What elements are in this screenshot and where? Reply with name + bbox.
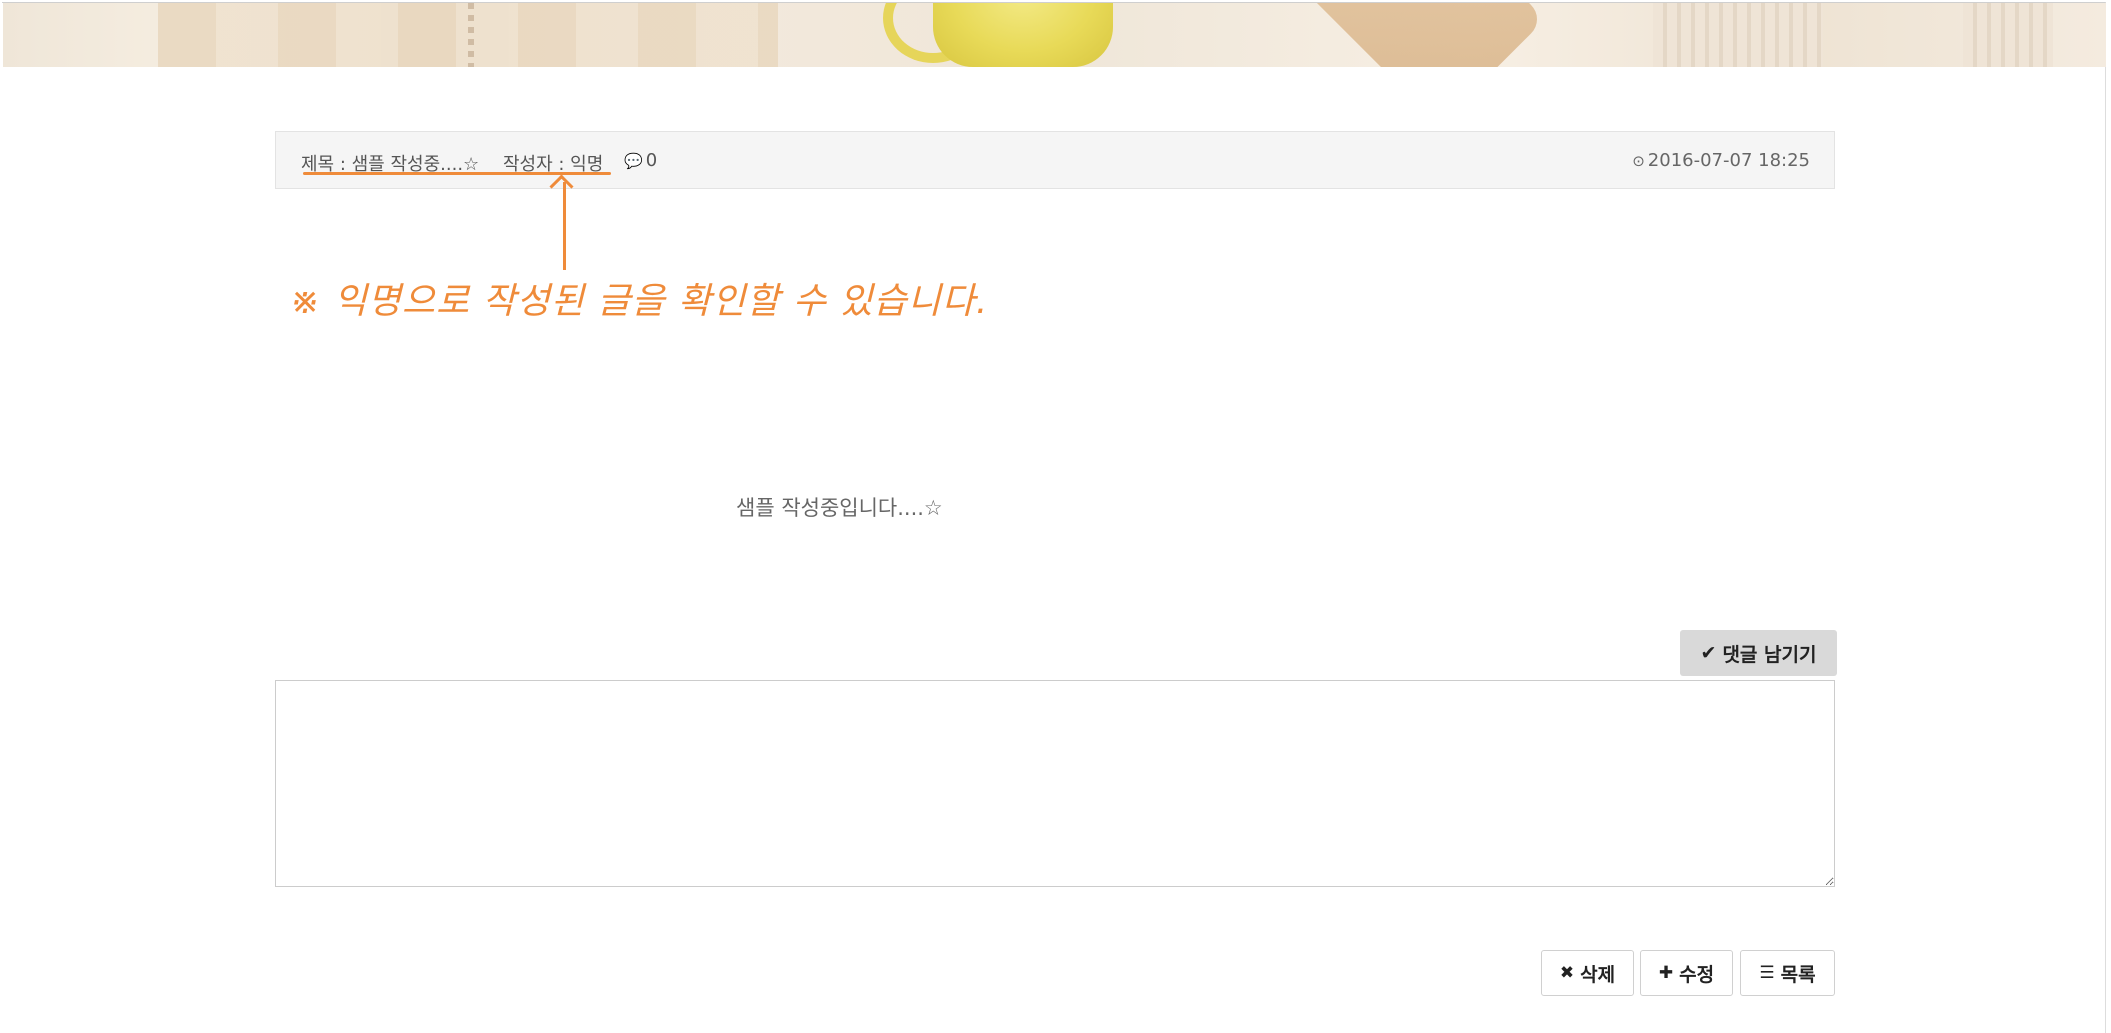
post-content: 샘플 작성중입니다....☆ [736,496,943,520]
check-icon: ✔ [1700,642,1717,664]
banner-mug [933,3,1113,67]
close-icon: ✖ [1559,963,1575,983]
comment-count: 💬 0 [624,150,657,171]
list-icon: ☰ [1759,963,1775,983]
annotation-underline [303,172,611,175]
header-banner [3,3,2106,67]
comment-textarea[interactable] [275,680,1835,887]
post-date-value: 2016-07-07 18:25 [1647,150,1810,171]
edit-button[interactable]: ✚ 수정 [1640,950,1733,996]
edit-label: 수정 [1679,963,1715,986]
comment-icon: 💬 [624,152,643,170]
delete-button[interactable]: ✖ 삭제 [1541,950,1634,996]
annotation-note: ※ 익명으로 작성된 글을 확인할 수 있습니다. [290,281,989,322]
banner-wood-panel [158,3,778,67]
comment-count-value: 0 [645,150,658,171]
banner-heart-shape [1290,3,1546,67]
post-header: 제목 : 샘플 작성중....☆ 작성자 : 익명 💬 0 ⊙ 2016-07-07… [275,131,1835,189]
banner-paper-cup [1653,3,1823,67]
list-button[interactable]: ☰ 목록 [1740,950,1835,996]
clock-icon: ⊙ [1632,152,1645,170]
post-date: ⊙ 2016-07-07 18:25 [1632,150,1810,171]
submit-comment-label: 댓글 남기기 [1722,643,1817,666]
banner-paper-cup-right [1963,3,2053,67]
submit-comment-button[interactable]: ✔ 댓글 남기기 [1680,630,1837,676]
list-label: 목록 [1780,963,1816,986]
plus-icon: ✚ [1658,963,1674,983]
delete-label: 삭제 [1580,963,1616,986]
